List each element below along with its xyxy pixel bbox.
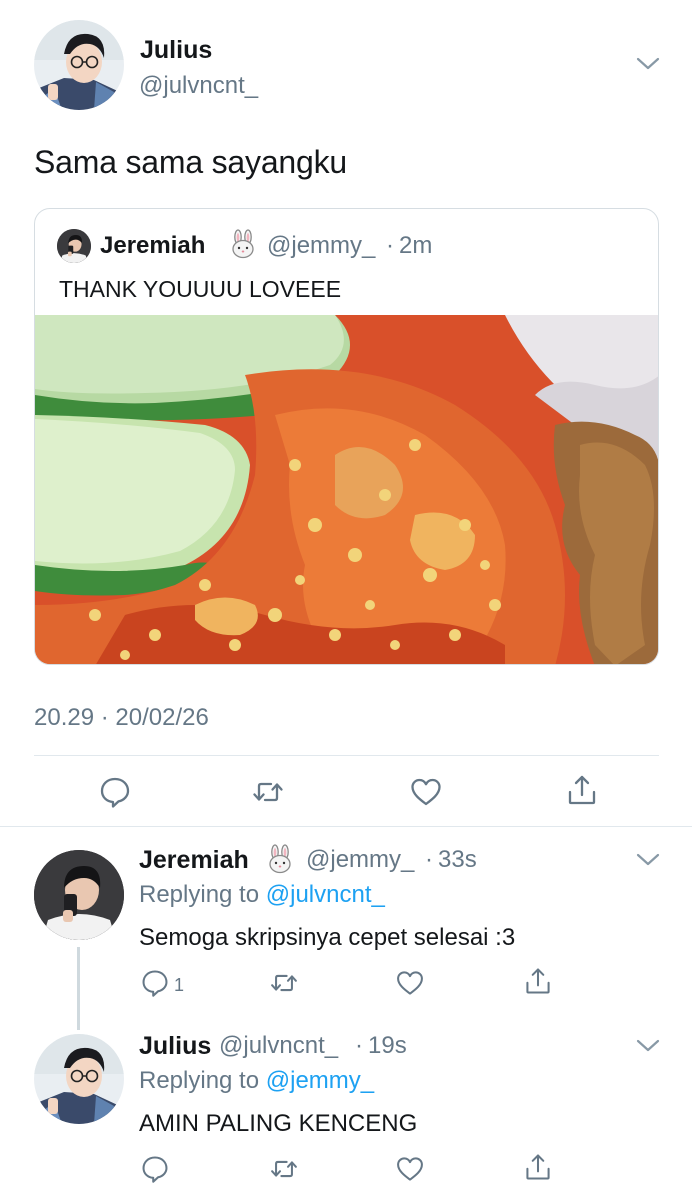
tweet-timestamp[interactable]: 20.29 · 20/02/26 [34,704,209,732]
replying-to: Replying to @julvncnt_ [139,881,385,909]
reply-text: AMIN PALING KENCENG [139,1110,418,1137]
quote-text: THANK YOUUUU LOVEEE [59,276,342,302]
like-icon[interactable] [395,1154,425,1184]
retweet-icon[interactable] [251,775,285,809]
bunny-emoji-icon [228,229,258,259]
author-avatar[interactable] [34,20,124,110]
quoted-tweet[interactable]: Jeremiah @jemmy_ · 2m THANK YOUUUU LOVEE… [34,208,659,665]
reply-author-handle[interactable]: @julvncnt_ [219,1032,338,1060]
reply-count: 1 [174,975,185,995]
separator-dot: · [386,232,394,259]
replying-to-link[interactable]: @julvncnt_ [266,881,385,908]
quote-photo[interactable] [35,315,659,665]
chevron-down-icon[interactable] [634,850,662,870]
divider [34,755,659,756]
author-name[interactable]: Julius [140,36,212,65]
divider [0,826,692,827]
replying-to-prefix: Replying to [139,881,266,908]
replying-to-link[interactable]: @jemmy_ [266,1067,374,1094]
like-icon[interactable] [409,775,443,809]
reply-author-avatar[interactable] [34,850,124,940]
reply-icon[interactable] [140,968,170,998]
reply-author-handle[interactable]: @jemmy_ [306,846,414,874]
share-icon[interactable] [523,966,553,996]
chevron-down-icon[interactable] [634,54,662,74]
reply-icon[interactable] [140,1154,170,1184]
reply-time[interactable]: 19s [368,1032,407,1060]
bunny-emoji-icon [265,844,295,874]
quote-author-avatar [57,229,91,263]
like-icon[interactable] [395,968,425,998]
quote-time: 2m [399,232,433,259]
reply-author-name[interactable]: Jeremiah [139,846,249,875]
author-handle[interactable]: @julvncnt_ [139,72,258,100]
chevron-down-icon[interactable] [634,1036,662,1056]
separator-dot: · [425,846,433,873]
quote-author-handle: @jemmy_ [267,232,376,259]
share-icon[interactable] [523,1152,553,1182]
replying-to: Replying to @jemmy_ [139,1067,374,1095]
reply-time[interactable]: 33s [438,846,477,874]
thread-connector-line [77,947,80,1030]
retweet-icon[interactable] [269,1154,299,1184]
replying-to-prefix: Replying to [139,1067,266,1094]
share-icon[interactable] [565,773,599,807]
tweet-text: Sama sama sayangku [34,144,348,180]
retweet-icon[interactable] [269,968,299,998]
quote-author-name: Jeremiah [100,232,206,259]
reply-icon[interactable] [98,775,132,809]
reply-author-name[interactable]: Julius [139,1032,211,1061]
separator-dot: · [355,1032,363,1059]
reply-text: Semoga skripsinya cepet selesai :3 [139,924,516,951]
reply-author-avatar[interactable] [34,1034,124,1124]
